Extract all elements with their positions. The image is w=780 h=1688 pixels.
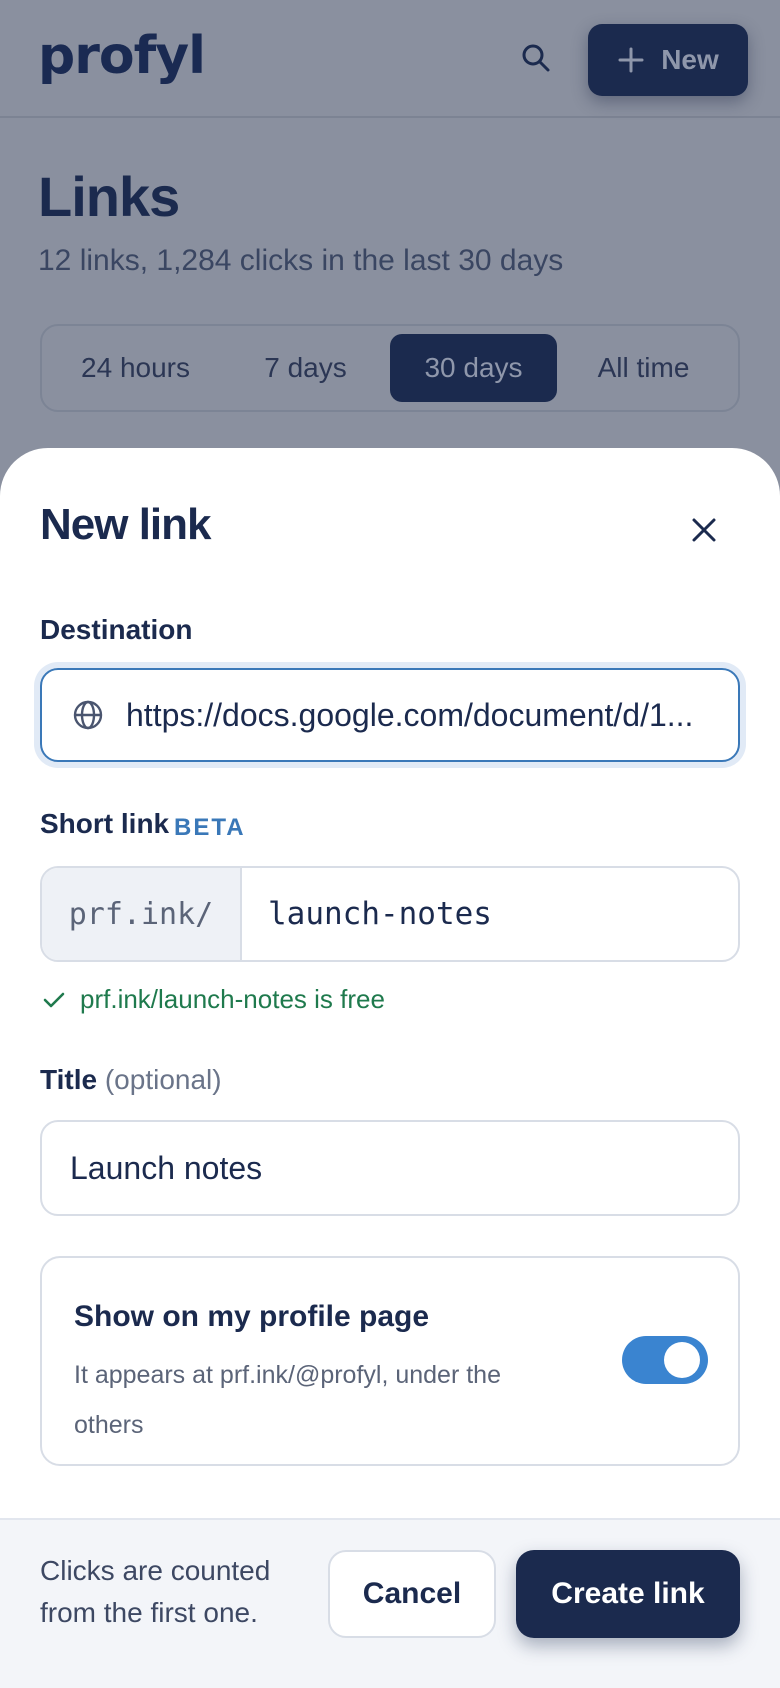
time-range-selector: 24 hours 7 days 30 days All time: [40, 324, 740, 412]
logo: profyl: [38, 26, 206, 86]
short-link-label: Short link: [40, 808, 170, 839]
toggle-knob: [664, 1342, 700, 1378]
range-option-24h[interactable]: 24 hours: [50, 334, 221, 402]
beta-badge: BETA: [174, 814, 246, 841]
footer-note: Clicks are counted from the first one.: [40, 1555, 271, 1628]
availability-message: prf.ink/launch-notes is free: [42, 984, 385, 1015]
search-button[interactable]: [514, 36, 558, 80]
title-input[interactable]: Launch notes: [40, 1120, 740, 1216]
range-option-7d[interactable]: 7 days: [221, 334, 390, 402]
destination-label: Destination: [40, 614, 193, 645]
create-link-button[interactable]: Create link: [516, 1550, 740, 1638]
profile-toggle-title: Show on my profile page: [74, 1300, 430, 1333]
close-button[interactable]: [680, 506, 728, 554]
short-link-prefix: prf.ink/: [42, 868, 242, 960]
profile-toggle-description: It appears at prf.ink/@profyl, under the…: [74, 1361, 501, 1439]
new-link-button[interactable]: New: [588, 24, 748, 96]
cancel-button[interactable]: Cancel: [328, 1550, 496, 1638]
page-subtitle: 12 links, 1,284 clicks in the last 30 da…: [38, 244, 564, 277]
page-title: Links: [38, 165, 180, 228]
range-option-30d[interactable]: 30 days: [390, 334, 558, 402]
check-icon: [43, 992, 65, 1007]
availability-text: prf.ink/launch-notes is free: [80, 984, 385, 1014]
new-button-label: New: [661, 44, 719, 75]
close-icon: [692, 518, 716, 542]
plus-icon: [618, 47, 644, 73]
sheet-title: New link: [40, 500, 211, 549]
title-label-text: Title: [40, 1064, 98, 1095]
globe-icon: [73, 700, 103, 730]
profile-toggle-switch[interactable]: [622, 1336, 708, 1384]
short-link-slug[interactable]: launch-notes: [242, 868, 738, 960]
title-label: Title (optional): [40, 1064, 222, 1096]
optional-hint: (optional): [104, 1064, 222, 1095]
top-bar: profyl New: [0, 0, 780, 118]
profile-visibility-card: Show on my profile page It appears at pr…: [40, 1256, 740, 1466]
destination-input[interactable]: https://docs.google.com/document/d/1...: [40, 668, 740, 762]
sheet-footer: Clicks are counted from the first one. C…: [0, 1518, 780, 1688]
range-option-all[interactable]: All time: [557, 334, 730, 402]
destination-value: https://docs.google.com/document/d/1...: [126, 696, 694, 733]
new-link-sheet: New link Destination https://docs.google…: [0, 448, 780, 1688]
search-icon: [522, 44, 550, 72]
short-link-input[interactable]: prf.ink/ launch-notes: [40, 866, 740, 962]
